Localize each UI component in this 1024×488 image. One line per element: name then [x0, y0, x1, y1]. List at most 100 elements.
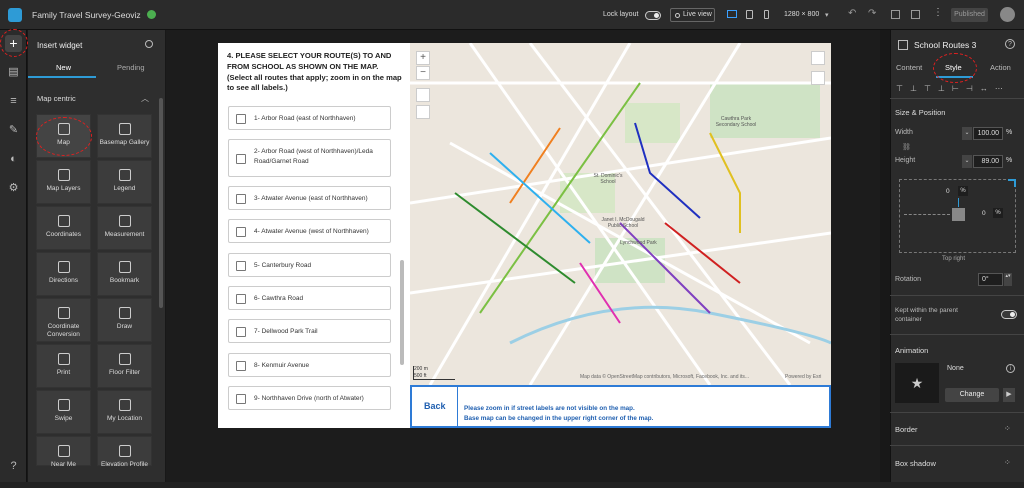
zoom-out-button[interactable]: −: [416, 66, 430, 80]
live-view-button[interactable]: Live view: [670, 8, 715, 22]
route-option[interactable]: 3- Atwater Avenue (east of Northhaven): [228, 186, 391, 210]
route-option[interactable]: 8- Kenmuir Avenue: [228, 353, 391, 377]
chevron-up-icon[interactable]: ︿: [141, 93, 149, 104]
widget-tile-bookmark[interactable]: Bookmark: [97, 252, 152, 296]
app-title[interactable]: Family Travel Survey-Geoviz: [32, 10, 141, 20]
widget-type-icon: [898, 40, 908, 50]
tab-new[interactable]: New: [56, 63, 71, 72]
tablet-icon[interactable]: [746, 10, 753, 19]
widget-tile-swipe[interactable]: Swipe: [36, 390, 91, 434]
route-option-label: 7- Dellwood Park Trail: [254, 328, 318, 335]
route-checkbox[interactable]: [236, 194, 246, 204]
map[interactable]: Cawthra Park Secondary School St. Domini…: [410, 43, 831, 385]
avatar[interactable]: [1000, 7, 1015, 22]
route-option[interactable]: 5- Canterbury Road: [228, 253, 391, 277]
published-button[interactable]: Published: [951, 8, 988, 22]
save-icon[interactable]: [891, 10, 900, 19]
widget-tile-map-layers[interactable]: Map Layers: [36, 160, 91, 204]
border-header[interactable]: Border: [895, 425, 918, 434]
widget-tile-measurement[interactable]: Measurement: [97, 206, 152, 250]
change-animation-button[interactable]: Change: [945, 388, 999, 402]
route-option[interactable]: 1- Arbor Road (east of Northhaven): [228, 106, 391, 130]
box-shadow-header[interactable]: Box shadow: [895, 459, 936, 468]
route-checkbox[interactable]: [236, 327, 246, 337]
tab-action[interactable]: Action: [990, 63, 1011, 72]
route-option[interactable]: 7- Dellwood Park Trail: [228, 319, 391, 343]
chevron-down-icon[interactable]: ▾: [825, 11, 829, 19]
settings-icon[interactable]: ⚙: [7, 182, 20, 195]
properties-title[interactable]: School Routes 3: [914, 40, 976, 50]
page-icon[interactable]: ▤: [7, 66, 20, 79]
route-option-label: 1- Arbor Road (east of Northhaven): [254, 115, 356, 122]
offset-right-value[interactable]: 0: [982, 210, 986, 217]
form-scrollbar[interactable]: [400, 260, 404, 365]
kept-within-toggle[interactable]: [1001, 310, 1017, 319]
widget-tile-coordinate-conversion[interactable]: Coordinate Conversion: [36, 298, 91, 342]
desktop-icon[interactable]: [727, 10, 737, 18]
search-icon[interactable]: [145, 40, 153, 48]
route-checkbox[interactable]: [236, 154, 246, 164]
widget-tile-coordinates[interactable]: Coordinates: [36, 206, 91, 250]
border-expand-icon[interactable]: ⁘: [1004, 424, 1011, 433]
route-checkbox[interactable]: [236, 114, 246, 124]
tools-icon[interactable]: ✎: [7, 124, 20, 137]
undo-icon[interactable]: ↶: [848, 8, 856, 19]
route-option[interactable]: 4- Atwater Avenue (west of Northhaven): [228, 219, 391, 243]
widget-tile-draw[interactable]: Draw: [97, 298, 152, 342]
scrollbar[interactable]: [159, 98, 163, 308]
link-icon[interactable]: ⛓: [902, 143, 911, 151]
divider: [890, 445, 1024, 446]
widget-tile-elevation-profile[interactable]: Elevation Profile: [97, 436, 152, 468]
position-anchor-box[interactable]: 0 % 0 %: [899, 179, 1016, 253]
map-label-cawthra-park: Cawthra Park Secondary School: [715, 116, 757, 128]
theme-icon[interactable]: ◐: [7, 153, 20, 166]
more-icon[interactable]: ⋮: [933, 7, 943, 18]
anchor-center: [952, 208, 965, 221]
note-basemap: Base map can be changed in the upper rig…: [464, 415, 654, 422]
box-shadow-expand-icon[interactable]: ⁘: [1004, 458, 1011, 467]
help-icon[interactable]: ?: [7, 460, 20, 473]
preview-icon[interactable]: [911, 10, 920, 19]
layers-icon[interactable]: [811, 71, 825, 85]
phone-icon[interactable]: [764, 10, 769, 19]
play-animation-icon[interactable]: ▶: [1003, 388, 1015, 402]
tab-content[interactable]: Content: [896, 63, 922, 72]
info-icon[interactable]: i: [1006, 364, 1015, 373]
lock-layout-toggle[interactable]: [645, 11, 661, 20]
route-checkbox[interactable]: [236, 294, 246, 304]
zoom-in-button[interactable]: +: [416, 51, 430, 65]
rotation-input[interactable]: 0°: [978, 273, 1003, 286]
route-checkbox[interactable]: [236, 361, 246, 371]
height-unit-dropdown[interactable]: ⌄: [962, 155, 972, 168]
resolution-select[interactable]: 1280 × 800: [784, 11, 819, 18]
widget-tile-legend[interactable]: Legend: [97, 160, 152, 204]
widget-tile-basemap-gallery[interactable]: Basemap Gallery: [97, 114, 152, 158]
data-icon[interactable]: ≡: [7, 95, 20, 108]
back-button[interactable]: Back: [424, 401, 446, 411]
route-option-label: 9- Northhaven Drive (north of Atwater): [254, 395, 364, 402]
route-checkbox[interactable]: [236, 394, 246, 404]
help-icon[interactable]: ?: [1005, 39, 1015, 49]
route-option-label: 6- Cawthra Road: [254, 295, 304, 302]
width-unit-dropdown[interactable]: ⌄: [962, 127, 972, 140]
tab-pending[interactable]: Pending: [117, 63, 145, 72]
basemap-toggle-icon[interactable]: [811, 51, 825, 65]
widget-tile-print[interactable]: Print: [36, 344, 91, 388]
widget-tile-floor-filter[interactable]: Floor Filter: [97, 344, 152, 388]
compass-icon[interactable]: [416, 105, 430, 119]
route-option[interactable]: 9- Northhaven Drive (north of Atwater): [228, 386, 391, 410]
home-icon[interactable]: [416, 88, 430, 102]
map-footer: Back Please zoom in if street labels are…: [410, 385, 831, 428]
width-input[interactable]: 100.00: [973, 127, 1003, 140]
redo-icon[interactable]: ↷: [868, 8, 876, 19]
height-input[interactable]: 89.00: [973, 155, 1003, 168]
route-checkbox[interactable]: [236, 261, 246, 271]
widget-tile-my-location[interactable]: My Location: [97, 390, 152, 434]
offset-top-value[interactable]: 0: [946, 188, 950, 195]
widget-tile-near-me[interactable]: Near Me: [36, 436, 91, 468]
route-option[interactable]: 6- Cawthra Road: [228, 286, 391, 310]
rotation-stepper[interactable]: ▴▾: [1004, 273, 1012, 286]
widget-tile-directions[interactable]: Directions: [36, 252, 91, 296]
route-option[interactable]: 2- Arbor Road (west of Northhaven)/Leda …: [228, 139, 391, 177]
route-checkbox[interactable]: [236, 227, 246, 237]
